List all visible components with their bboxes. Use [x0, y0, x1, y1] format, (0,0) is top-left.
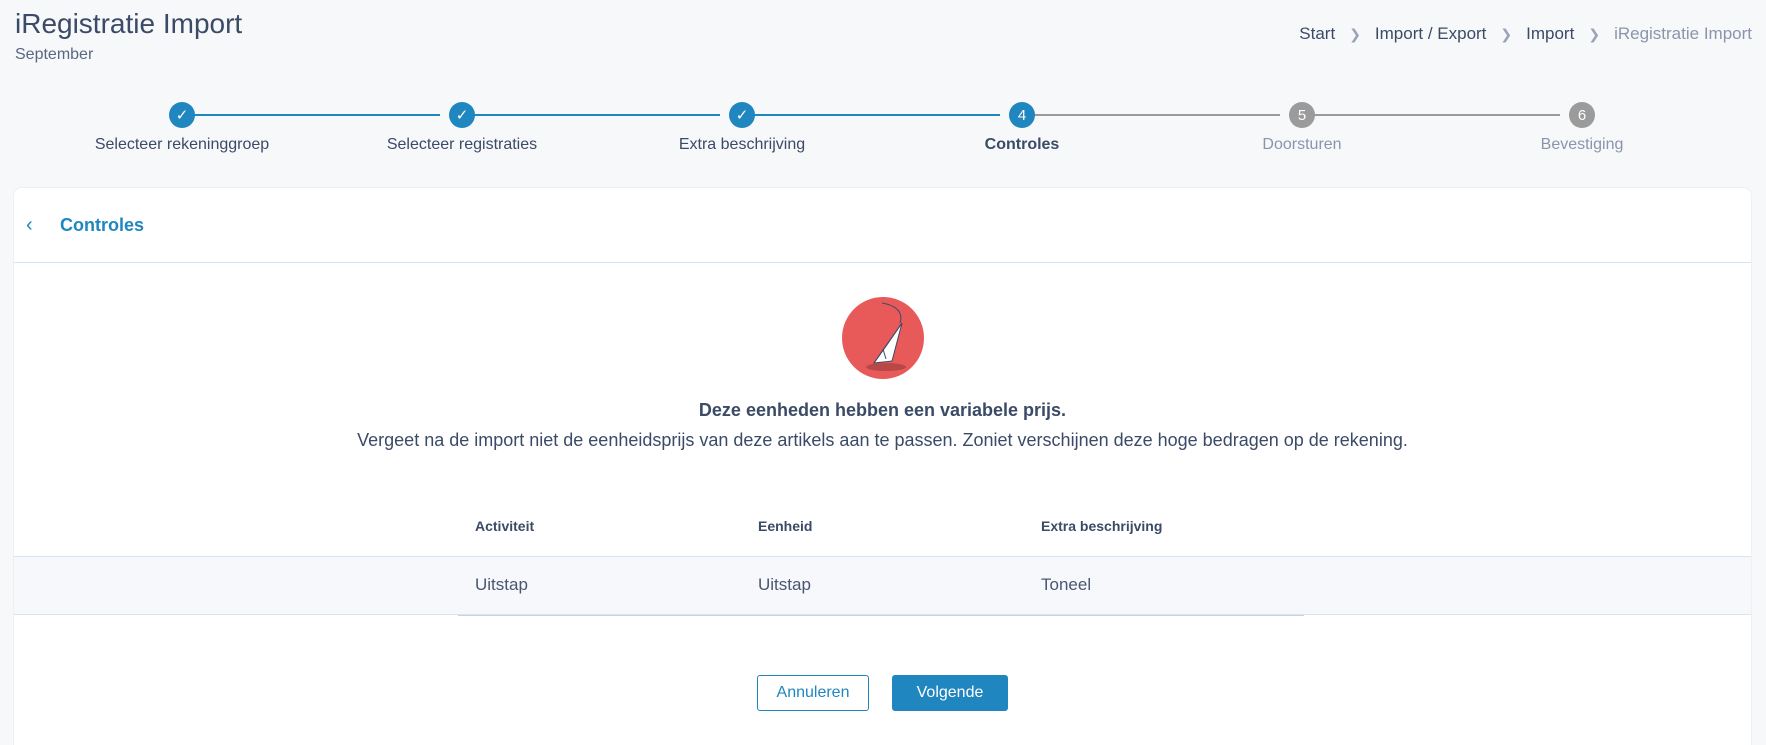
step-number: 5: [1289, 102, 1315, 128]
message-title: Deze eenheden hebben een variabele prijs…: [698, 400, 1067, 420]
step-label: Bevestiging: [1540, 136, 1624, 153]
breadcrumb-import[interactable]: Import: [1526, 24, 1574, 44]
stepper: ✓ Selecteer rekeninggroep ✓ Selecteer re…: [0, 102, 1766, 162]
breadcrumb-start[interactable]: Start: [1299, 24, 1335, 44]
step-6: 6 Bevestiging: [1452, 102, 1712, 154]
step-4: 4 Controles: [892, 102, 1152, 154]
chevron-right-icon: ❯: [1588, 25, 1601, 42]
cell-activiteit: Uitstap: [475, 575, 528, 594]
next-button[interactable]: Volgende: [892, 675, 1008, 711]
step-3[interactable]: ✓ Extra beschrijving: [612, 102, 872, 154]
breadcrumb-current: iRegistratie Import: [1614, 24, 1752, 43]
breadcrumb: Start ❯ Import / Export ❯ Import ❯ iRegi…: [1299, 24, 1752, 44]
controls-card: ‹ Controles Deze eenheden hebben een var…: [14, 188, 1751, 745]
page-subtitle: September: [15, 46, 94, 63]
column-header-eenheid: Eenheid: [758, 518, 813, 534]
column-header-activiteit: Activiteit: [475, 518, 535, 534]
message-body: Vergeet na de import niet de eenheidspri…: [357, 430, 1408, 450]
step-number: 6: [1569, 102, 1595, 128]
check-icon: ✓: [169, 102, 195, 128]
step-label: Extra beschrijving: [678, 136, 806, 153]
page-title: iRegistratie Import: [15, 8, 243, 39]
table-header: Activiteit Eenheid Extra beschrijving: [14, 518, 1751, 546]
step-label: Selecteer rekeninggroep: [94, 136, 270, 153]
card-header: ‹ Controles: [14, 188, 1751, 263]
chevron-right-icon: ❯: [1349, 25, 1361, 42]
step-number: 4: [1009, 102, 1035, 128]
cell-extra-beschrijving: Toneel: [1041, 575, 1092, 594]
step-1[interactable]: ✓ Selecteer rekeninggroep: [52, 102, 312, 154]
step-label: Selecteer registraties: [386, 136, 538, 153]
check-icon: ✓: [729, 102, 755, 128]
step-2[interactable]: ✓ Selecteer registraties: [332, 102, 592, 154]
column-header-extra-beschrijving: Extra beschrijving: [1041, 518, 1163, 534]
chevron-right-icon: ❯: [1500, 25, 1513, 42]
step-5: 5 Doorsturen: [1172, 102, 1432, 154]
card-title: Controles: [60, 214, 145, 235]
table-row: Uitstap Uitstap Toneel: [14, 556, 1751, 616]
breadcrumb-import-export[interactable]: Import / Export: [1375, 24, 1486, 44]
step-label: Controles: [984, 136, 1060, 153]
cell-eenheid: Uitstap: [758, 575, 811, 594]
paper-plane-icon: [842, 297, 924, 379]
page-header: iRegistratie Import September: [15, 8, 242, 64]
step-label: Doorsturen: [1262, 136, 1342, 153]
row-divider: [458, 615, 1304, 616]
chevron-left-icon[interactable]: ‹: [26, 214, 46, 237]
cancel-button[interactable]: Annuleren: [757, 675, 869, 711]
check-icon: ✓: [449, 102, 475, 128]
